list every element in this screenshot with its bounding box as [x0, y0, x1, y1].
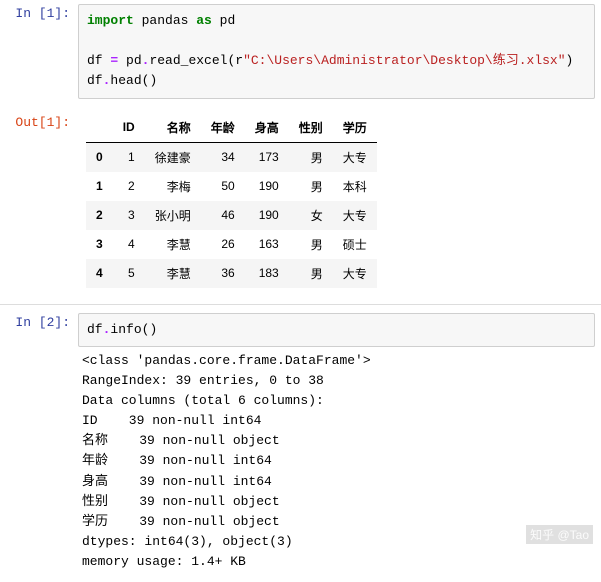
cell-2-input: In [2]: df.info() <class 'pandas.core.fr… [0, 309, 601, 582]
table-head: ID 名称 年龄 身高 性别 学历 [86, 113, 377, 143]
cell-name: 李慧 [145, 259, 201, 288]
cell-sex: 男 [289, 142, 333, 172]
cell-id: 4 [113, 230, 145, 259]
cell-2-body: df.info() <class 'pandas.core.frame.Data… [78, 309, 601, 582]
parens-info: () [142, 322, 158, 337]
ref-pd: pd [118, 53, 141, 68]
info-output: <class 'pandas.core.frame.DataFrame'> Ra… [78, 347, 595, 573]
row-idx: 1 [86, 172, 113, 201]
out-prompt-1: Out[1]: [0, 109, 78, 130]
table-row: 3 4 李慧 26 163 男 硕士 [86, 230, 377, 259]
cell-1-output: Out[1]: ID 名称 年龄 身高 性别 学历 0 1 徐建豪 [0, 109, 601, 298]
table-row: 0 1 徐建豪 34 173 男 大专 [86, 142, 377, 172]
cell-sex: 女 [289, 201, 333, 230]
cell-name: 李慧 [145, 230, 201, 259]
var-df2: df [87, 73, 103, 88]
code-block-2[interactable]: df.info() [78, 313, 595, 347]
fn-info: info [110, 322, 141, 337]
row-idx: 4 [86, 259, 113, 288]
cell-age: 26 [201, 230, 245, 259]
col-name: 名称 [145, 113, 201, 143]
cell-edu: 大专 [333, 142, 377, 172]
cell-sex: 男 [289, 230, 333, 259]
table-body: 0 1 徐建豪 34 173 男 大专 1 2 李梅 50 190 男 本科 [86, 142, 377, 288]
cell-age: 46 [201, 201, 245, 230]
var-df-c2: df [87, 322, 103, 337]
cell-edu: 大专 [333, 259, 377, 288]
col-age: 年龄 [201, 113, 245, 143]
paren-close: ) [566, 53, 574, 68]
row-idx: 3 [86, 230, 113, 259]
row-idx: 2 [86, 201, 113, 230]
fn-head: head [110, 73, 141, 88]
cell-height: 190 [245, 172, 289, 201]
parens-head: () [142, 73, 158, 88]
code-block-1[interactable]: import pandas as pd df = pd.read_excel(r… [78, 4, 595, 99]
kw-import: import [87, 13, 134, 28]
cell-id: 2 [113, 172, 145, 201]
cell-1-input: In [1]: import pandas as pd df = pd.read… [0, 0, 601, 109]
table-row: 4 5 李慧 36 183 男 大专 [86, 259, 377, 288]
cell-height: 190 [245, 201, 289, 230]
in-prompt-2: In [2]: [0, 309, 78, 330]
col-height: 身高 [245, 113, 289, 143]
table-row: 1 2 李梅 50 190 男 本科 [86, 172, 377, 201]
cell-age: 34 [201, 142, 245, 172]
path-string: "C:\Users\Administrator\Desktop\练习.xlsx" [243, 53, 565, 68]
col-edu: 学历 [333, 113, 377, 143]
col-id: ID [113, 113, 145, 143]
fn-read-excel: read_excel [149, 53, 227, 68]
row-idx: 0 [86, 142, 113, 172]
cell-id: 3 [113, 201, 145, 230]
cell-name: 张小明 [145, 201, 201, 230]
cell-height: 163 [245, 230, 289, 259]
cell-height: 183 [245, 259, 289, 288]
cell-edu: 大专 [333, 201, 377, 230]
cell-name: 徐建豪 [145, 142, 201, 172]
cell-1-body: import pandas as pd df = pd.read_excel(r… [78, 0, 601, 109]
mod-pandas: pandas [134, 13, 196, 28]
out-1-body: ID 名称 年龄 身高 性别 学历 0 1 徐建豪 34 173 男 大专 [78, 109, 601, 298]
cell-id: 5 [113, 259, 145, 288]
cell-divider [0, 304, 601, 305]
cell-age: 36 [201, 259, 245, 288]
dataframe-table: ID 名称 年龄 身高 性别 学历 0 1 徐建豪 34 173 男 大专 [86, 113, 377, 288]
cell-sex: 男 [289, 172, 333, 201]
kw-as: as [196, 13, 212, 28]
table-row: 2 3 张小明 46 190 女 大专 [86, 201, 377, 230]
cell-edu: 本科 [333, 172, 377, 201]
in-prompt-1: In [1]: [0, 0, 78, 21]
cell-name: 李梅 [145, 172, 201, 201]
cell-height: 173 [245, 142, 289, 172]
alias-pd: pd [212, 13, 235, 28]
cell-sex: 男 [289, 259, 333, 288]
col-sex: 性别 [289, 113, 333, 143]
col-index [86, 113, 113, 143]
cell-edu: 硕士 [333, 230, 377, 259]
raw-prefix: r [235, 53, 243, 68]
var-df: df [87, 53, 110, 68]
cell-id: 1 [113, 142, 145, 172]
cell-age: 50 [201, 172, 245, 201]
